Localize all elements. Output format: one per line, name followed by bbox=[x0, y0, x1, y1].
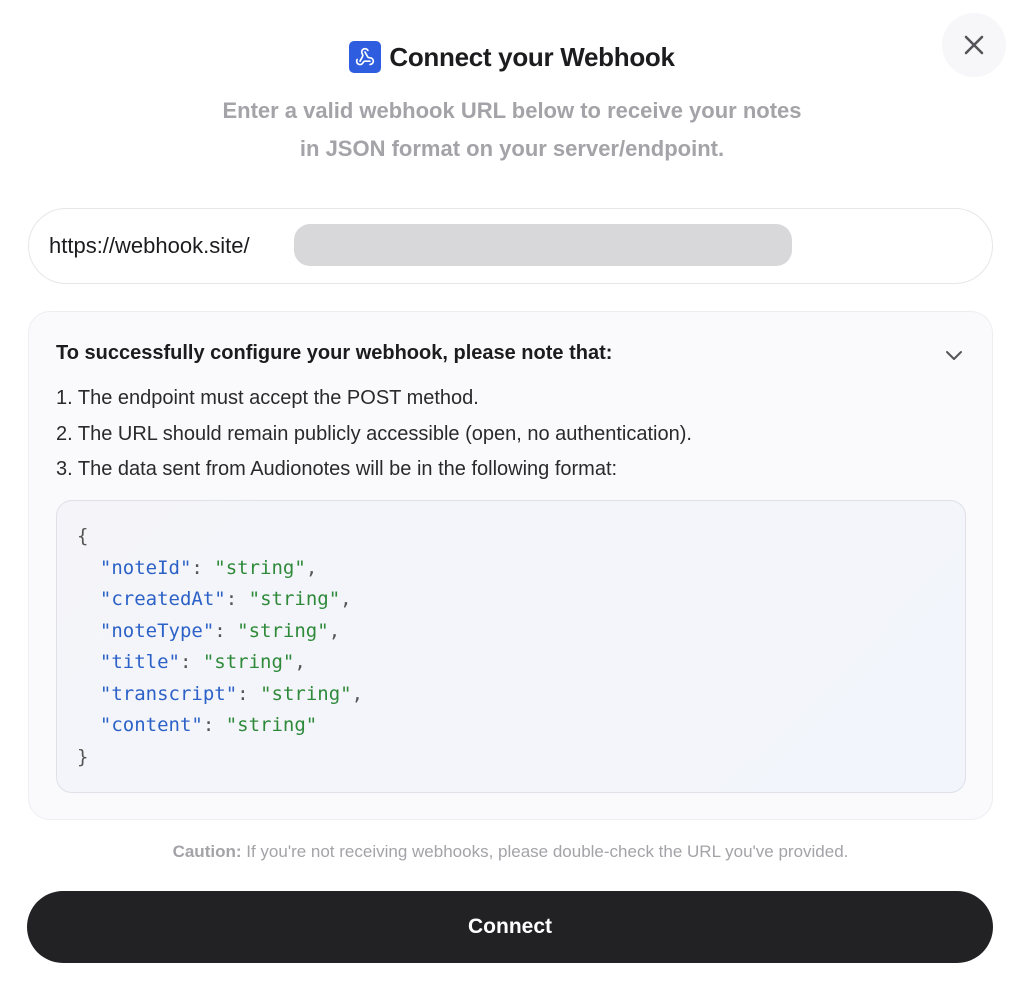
json-format-code-block: { "noteId": "string", "createdAt": "stri… bbox=[56, 500, 966, 793]
notes-heading: To successfully configure your webhook, … bbox=[56, 342, 613, 364]
code-line: "createdAt": "string", bbox=[99, 588, 352, 610]
configuration-notes-panel: To successfully configure your webhook, … bbox=[28, 311, 993, 820]
modal-header: Connect your Webhook bbox=[0, 37, 1024, 77]
code-line: "noteId": "string", bbox=[99, 556, 318, 579]
caution-label: Caution: bbox=[172, 842, 242, 861]
connect-button[interactable]: Connect bbox=[27, 891, 993, 963]
code-line: "content": "string" bbox=[99, 714, 318, 736]
note-item-data-format: 3. The data sent from Audionotes will be… bbox=[56, 458, 618, 480]
code-line: "noteType": "string", bbox=[99, 619, 341, 642]
webhook-modal: Connect your Webhook Enter a valid webho… bbox=[0, 0, 1024, 995]
note-item-public-url: 2. The URL should remain publicly access… bbox=[56, 423, 692, 445]
note-item-post-method: 1. The endpoint must accept the POST met… bbox=[56, 387, 479, 409]
code-line: "transcript": "string", bbox=[99, 682, 364, 705]
redacted-url-segment bbox=[294, 224, 792, 266]
chevron-down-icon[interactable] bbox=[943, 344, 965, 366]
webhook-url-value: https://webhook.site/ bbox=[49, 233, 250, 258]
webhook-logo bbox=[349, 41, 382, 73]
caution-message: Caution: If you're not receiving webhook… bbox=[0, 842, 1021, 862]
webhook-url-input[interactable]: https://webhook.site/ bbox=[28, 208, 993, 284]
code-line: "title": "string", bbox=[99, 651, 306, 673]
caution-text: If you're not receiving webhooks, please… bbox=[241, 842, 849, 861]
modal-subtitle: Enter a valid webhook URL below to recei… bbox=[222, 98, 802, 161]
code-open-brace: { bbox=[77, 525, 89, 547]
code-close-brace: } bbox=[77, 745, 89, 768]
webhook-icon bbox=[356, 47, 375, 66]
modal-title: Connect your Webhook bbox=[389, 41, 675, 72]
